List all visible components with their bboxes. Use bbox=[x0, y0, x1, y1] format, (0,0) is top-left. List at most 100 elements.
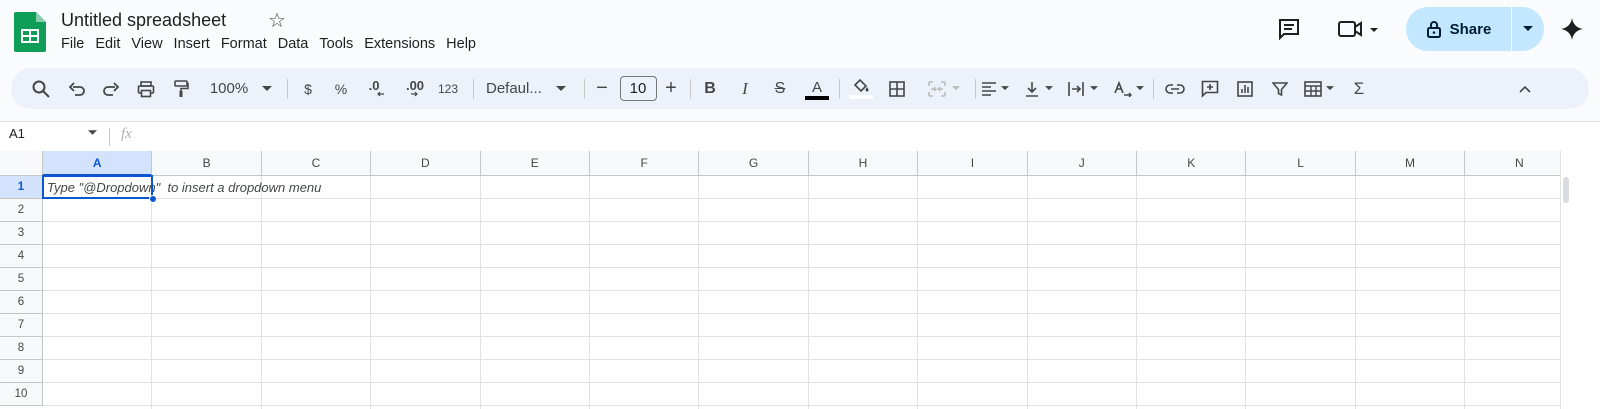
more-formats-button[interactable]: 123 bbox=[433, 68, 463, 109]
insert-comment-icon[interactable] bbox=[1196, 68, 1224, 109]
italic-button[interactable]: I bbox=[733, 68, 757, 109]
spreadsheet-grid[interactable]: 10 9 8 7 6 5 4 3 2 1 N M L K J I H G F E D C B A Type "@Dropdow… bbox=[0, 151, 1600, 409]
row-header[interactable]: 7 bbox=[0, 314, 43, 337]
insert-link-icon[interactable] bbox=[1161, 68, 1189, 109]
font-family-value: Defaul... bbox=[486, 80, 542, 97]
share-dropdown-icon[interactable] bbox=[1512, 26, 1544, 32]
document-title[interactable]: Untitled spreadsheet bbox=[61, 10, 226, 31]
filter-icon[interactable] bbox=[1266, 68, 1294, 109]
row-header[interactable]: 3 bbox=[0, 222, 43, 245]
column-header[interactable]: D bbox=[371, 151, 481, 176]
merge-cells-icon[interactable] bbox=[919, 68, 969, 109]
selected-cell-outline[interactable] bbox=[42, 175, 153, 199]
menu-view[interactable]: View bbox=[126, 36, 167, 52]
menu-edit[interactable]: Edit bbox=[90, 36, 125, 52]
column-header[interactable]: J bbox=[1027, 151, 1137, 176]
currency-format-button[interactable]: $ bbox=[296, 68, 320, 109]
text-color-label: A bbox=[811, 78, 822, 96]
table-view-icon[interactable] bbox=[1299, 68, 1339, 109]
row-header[interactable]: 2 bbox=[0, 199, 43, 222]
row-header[interactable]: 6 bbox=[0, 291, 43, 314]
column-header[interactable]: L bbox=[1246, 151, 1356, 176]
percent-format-button[interactable]: % bbox=[329, 68, 353, 109]
row-header[interactable]: 1 bbox=[0, 176, 43, 199]
toolbar-divider bbox=[839, 79, 840, 99]
redo-icon[interactable] bbox=[97, 68, 125, 109]
paint-format-icon[interactable] bbox=[167, 68, 195, 109]
text-color-swatch bbox=[805, 95, 829, 100]
toolbar-divider bbox=[584, 79, 585, 99]
grid-line bbox=[43, 382, 1560, 383]
bold-button[interactable]: B bbox=[698, 68, 722, 109]
menu-tools[interactable]: Tools bbox=[314, 36, 358, 52]
collapse-menus-icon[interactable] bbox=[1511, 68, 1539, 109]
column-header[interactable]: A bbox=[43, 151, 153, 176]
grid-line bbox=[43, 221, 1560, 222]
print-icon[interactable] bbox=[132, 68, 160, 109]
column-header[interactable]: I bbox=[918, 151, 1028, 176]
vertical-scrollbar-thumb[interactable] bbox=[1563, 177, 1569, 203]
undo-icon[interactable] bbox=[63, 68, 91, 109]
grid-line bbox=[43, 359, 1560, 360]
column-header[interactable]: N bbox=[1465, 151, 1575, 176]
sheets-logo-icon[interactable] bbox=[14, 12, 46, 52]
text-wrapping-icon[interactable] bbox=[1063, 68, 1103, 109]
share-button[interactable]: Share bbox=[1406, 7, 1512, 51]
increase-decimal-button[interactable]: .00 bbox=[397, 68, 427, 109]
chevron-down-icon[interactable] bbox=[88, 130, 97, 136]
fill-handle[interactable] bbox=[149, 195, 157, 203]
grid-line bbox=[698, 176, 700, 409]
chevron-down-icon bbox=[952, 86, 960, 91]
menu-file[interactable]: File bbox=[56, 36, 89, 52]
increase-font-size-button[interactable]: + bbox=[660, 68, 682, 109]
horizontal-align-icon[interactable] bbox=[975, 68, 1015, 109]
font-family-select[interactable]: Defaul... bbox=[483, 68, 575, 109]
comments-icon[interactable] bbox=[1274, 14, 1304, 44]
text-color-button[interactable]: A bbox=[803, 68, 831, 109]
gemini-sparkle-icon[interactable] bbox=[1557, 14, 1587, 44]
menu-data[interactable]: Data bbox=[273, 36, 314, 52]
column-header[interactable]: K bbox=[1137, 151, 1247, 176]
row-header[interactable]: 10 bbox=[0, 383, 43, 406]
row-header[interactable]: 9 bbox=[0, 360, 43, 383]
column-header[interactable]: F bbox=[590, 151, 700, 176]
decrease-font-size-button[interactable]: − bbox=[591, 68, 613, 109]
column-header[interactable]: B bbox=[152, 151, 262, 176]
functions-button[interactable]: Σ bbox=[1347, 68, 1371, 109]
row-header[interactable]: 5 bbox=[0, 268, 43, 291]
name-box[interactable]: A1 bbox=[9, 126, 25, 141]
insert-chart-icon[interactable] bbox=[1231, 68, 1259, 109]
column-header[interactable]: E bbox=[480, 151, 590, 176]
menu-format[interactable]: Format bbox=[216, 36, 272, 52]
select-all-corner[interactable] bbox=[0, 151, 43, 176]
toolbar-divider bbox=[690, 79, 691, 99]
grid-line bbox=[370, 176, 372, 409]
star-icon[interactable]: ☆ bbox=[268, 11, 286, 31]
column-header[interactable]: G bbox=[699, 151, 809, 176]
vertical-align-icon[interactable] bbox=[1019, 68, 1059, 109]
column-header[interactable]: M bbox=[1355, 151, 1466, 176]
grid-line bbox=[43, 313, 1560, 314]
strikethrough-button[interactable]: S bbox=[768, 68, 792, 109]
decrease-decimal-button[interactable]: .0 bbox=[363, 68, 391, 109]
font-size-input[interactable]: 10 bbox=[619, 68, 657, 109]
fill-color-icon[interactable] bbox=[847, 68, 875, 109]
column-header[interactable]: H bbox=[808, 151, 919, 176]
grid-line bbox=[43, 198, 1560, 199]
column-header[interactable]: C bbox=[261, 151, 372, 176]
menu-help[interactable]: Help bbox=[441, 36, 481, 52]
font-size-value: 10 bbox=[619, 76, 657, 101]
search-menus-icon[interactable] bbox=[27, 68, 55, 109]
zoom-select[interactable]: 100% bbox=[203, 68, 279, 109]
menu-insert[interactable]: Insert bbox=[169, 36, 215, 52]
row-header[interactable]: 4 bbox=[0, 245, 43, 268]
lock-icon bbox=[1426, 21, 1441, 38]
row-header[interactable]: 8 bbox=[0, 337, 43, 360]
menu-extensions[interactable]: Extensions bbox=[359, 36, 440, 52]
meet-icon[interactable] bbox=[1334, 14, 1384, 44]
grid-line bbox=[1354, 176, 1356, 409]
chevron-down-icon bbox=[555, 85, 566, 91]
borders-icon[interactable] bbox=[883, 68, 911, 109]
chevron-down-icon bbox=[1045, 86, 1053, 91]
text-rotation-icon[interactable] bbox=[1109, 68, 1149, 109]
